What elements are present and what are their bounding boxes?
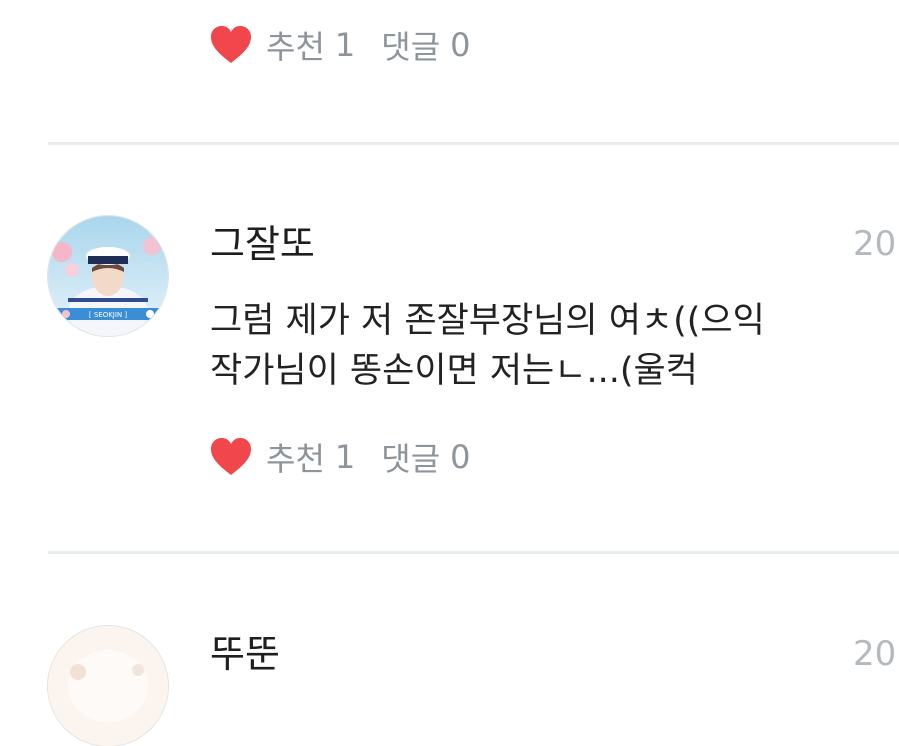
reply-label[interactable]: 댓글 <box>381 434 440 480</box>
avatar[interactable]: [ SEOKJIN ] <box>48 216 168 336</box>
timestamp: 20 <box>853 634 897 674</box>
like-count: 1 <box>334 438 356 476</box>
heart-icon[interactable] <box>210 25 252 65</box>
reply-label[interactable]: 댓글 <box>381 22 440 68</box>
comment-actions: 추천 1 댓글 0 <box>210 22 471 68</box>
comment-text: 그럼 제가 저 존잘부장님의 여ㅊ((으익 작가님이 똥손이면 저는ㄴ...(울… <box>210 296 870 396</box>
avatar-image <box>48 626 168 746</box>
like-label[interactable]: 추천 <box>266 434 325 480</box>
heart-icon[interactable] <box>210 437 252 477</box>
username[interactable]: 그잘또 <box>210 220 315 268</box>
divider <box>48 142 899 145</box>
avatar[interactable] <box>48 626 168 746</box>
like-label[interactable]: 추천 <box>266 22 325 68</box>
timestamp: 20 <box>853 224 897 264</box>
reply-count: 0 <box>450 438 471 476</box>
avatar-image: [ SEOKJIN ] <box>48 216 168 336</box>
username[interactable]: 뚜뚠 <box>210 630 280 678</box>
reply-count: 0 <box>450 26 471 64</box>
divider <box>48 551 899 554</box>
comment-actions: 추천 1 댓글 0 <box>210 434 471 480</box>
comment-line: 작가님이 똥손이면 저는ㄴ...(울컥 <box>210 351 698 391</box>
comment-line: 그럼 제가 저 존잘부장님의 여ㅊ((으익 <box>210 301 765 341</box>
svg-text:[ SEOKJIN ]: [ SEOKJIN ] <box>89 311 128 319</box>
like-count: 1 <box>334 26 356 64</box>
